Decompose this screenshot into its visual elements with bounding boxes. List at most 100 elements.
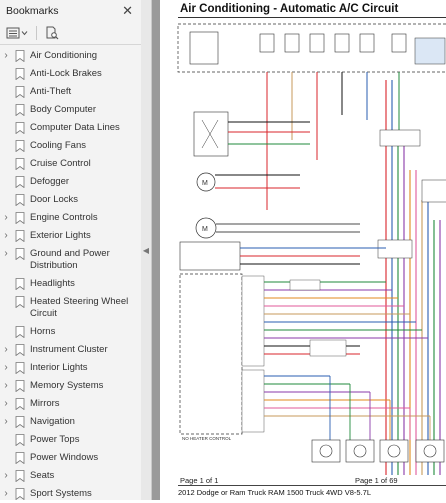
bookmarks-title: Bookmarks — [6, 5, 59, 17]
bookmark-label: Exterior Lights — [30, 230, 91, 241]
bookmark-icon — [15, 212, 25, 224]
chevron-right-icon[interactable]: › — [0, 488, 12, 500]
chevron-down-icon — [21, 31, 28, 36]
footer-divider — [178, 485, 446, 486]
hvac-signal-wires — [264, 281, 430, 417]
bookmark-icon — [15, 416, 25, 428]
chevron-right-icon[interactable]: › — [0, 398, 12, 410]
bookmark-icon — [15, 278, 25, 290]
bookmark-label: Headlights — [30, 278, 75, 289]
document-viewer[interactable]: Air Conditioning - Automatic A/C Circuit — [152, 0, 446, 500]
bookmark-item[interactable]: Power Windows — [0, 449, 141, 467]
bookmark-icon — [15, 488, 25, 500]
options-button[interactable] — [6, 27, 28, 39]
wiring-diagram: M M NO HEATER CONTROL — [177, 23, 446, 475]
bookmark-label: Power Tops — [30, 434, 80, 445]
bookmark-label: Navigation — [30, 416, 75, 427]
bookmark-icon — [15, 362, 25, 374]
svg-text:M: M — [202, 226, 208, 233]
bookmark-icon — [15, 434, 25, 446]
bookmark-label: Anti-Lock Brakes — [30, 68, 102, 79]
radiator-fan-relay — [193, 111, 229, 157]
bookmark-item[interactable]: Power Tops — [0, 431, 141, 449]
bookmark-item[interactable]: Computer Data Lines — [0, 119, 141, 137]
chevron-right-icon[interactable]: › — [0, 362, 12, 374]
bookmark-item[interactable]: Cooling Fans — [0, 137, 141, 155]
bookmark-label: Instrument Cluster — [30, 344, 108, 355]
find-bookmark-button[interactable] — [45, 26, 59, 40]
bookmark-item[interactable]: Door Locks — [0, 191, 141, 209]
top-right-connector — [414, 37, 446, 65]
bookmark-item[interactable]: Defogger — [0, 173, 141, 191]
bookmark-label: Anti-Theft — [30, 86, 72, 97]
bookmark-label: Body Computer — [30, 104, 97, 115]
chevron-right-icon[interactable]: › — [0, 212, 12, 224]
bookmark-icon — [15, 248, 25, 260]
close-icon[interactable]: ✕ — [122, 3, 133, 19]
panel-splitter[interactable]: ◀ — [141, 0, 152, 500]
bookmark-icon — [15, 122, 25, 134]
bookmark-item[interactable]: Heated Steering Wheel Circuit — [0, 293, 141, 323]
bookmark-icon — [15, 380, 25, 392]
bookmark-icon — [15, 452, 25, 464]
bookmark-item[interactable]: Anti-Lock Brakes — [0, 65, 141, 83]
bookmark-item[interactable]: Body Computer — [0, 101, 141, 119]
chevron-right-icon[interactable]: › — [0, 50, 12, 62]
chevron-right-icon[interactable]: › — [0, 248, 12, 260]
bookmark-icon — [15, 86, 25, 98]
list-options-icon — [6, 27, 20, 39]
blower-relay — [189, 31, 219, 65]
bookmark-icon — [15, 104, 25, 116]
chevron-right-icon[interactable]: › — [0, 230, 12, 242]
power-wires — [266, 72, 400, 210]
chevron-right-icon[interactable]: › — [0, 416, 12, 428]
bookmark-item[interactable]: Headlights — [0, 275, 141, 293]
fan-wires — [215, 121, 310, 189]
bookmark-label: Interior Lights — [30, 362, 88, 373]
bookmark-icon — [15, 158, 25, 170]
bookmark-label: Heated Steering Wheel Circuit — [30, 296, 129, 319]
bookmark-label: Engine Controls — [30, 212, 98, 223]
system-boxes — [377, 129, 446, 259]
bookmark-icon — [15, 470, 25, 482]
vehicle-label: 2012 Dodge or Ram Truck RAM 1500 Truck 4… — [178, 488, 372, 497]
label-boxes — [289, 279, 347, 357]
bookmark-item[interactable]: › Sport Systems — [0, 485, 141, 503]
bookmark-item[interactable]: › Interior Lights — [0, 359, 141, 377]
hvac-control-module — [179, 273, 243, 435]
bookmark-label: Air Conditioning — [30, 50, 98, 61]
bookmark-item[interactable]: Cruise Control — [0, 155, 141, 173]
blower-module-wires — [240, 247, 386, 265]
bookmarks-header: Bookmarks ✕ — [0, 0, 141, 22]
bookmark-item[interactable]: Horns — [0, 323, 141, 341]
bookmark-label: Cruise Control — [30, 158, 91, 169]
diagram-page-number: Page 1 of 1 — [180, 476, 219, 485]
bookmark-item[interactable]: › Engine Controls — [0, 209, 141, 227]
bookmark-item[interactable]: › Seats — [0, 467, 141, 485]
bookmark-icon — [15, 140, 25, 152]
bookmark-item[interactable]: › Instrument Cluster — [0, 341, 141, 359]
no-heater-control-label: NO HEATER CONTROL — [182, 436, 232, 441]
bookmark-icon — [15, 50, 25, 62]
bookmark-item[interactable]: › Ground and Power Distribution — [0, 245, 141, 275]
chevron-right-icon[interactable]: › — [0, 344, 12, 356]
bookmark-item[interactable]: › Air Conditioning — [0, 47, 141, 65]
bookmark-item[interactable]: › Mirrors — [0, 395, 141, 413]
bookmark-item[interactable]: › Exterior Lights — [0, 227, 141, 245]
svg-text:M: M — [202, 180, 208, 187]
bookmark-icon — [15, 398, 25, 410]
collapse-arrow-icon: ◀ — [142, 245, 150, 255]
chevron-right-icon[interactable]: › — [0, 380, 12, 392]
bookmark-icon — [15, 344, 25, 356]
bookmarks-panel: Bookmarks ✕ › Air Conditioning Anti-Lock B… — [0, 0, 142, 500]
bookmark-label: Horns — [30, 326, 56, 337]
bookmark-item[interactable]: › Memory Systems — [0, 377, 141, 395]
fuse-row — [259, 33, 407, 53]
document-page-number: Page 1 of 69 — [355, 476, 398, 485]
bookmark-icon — [15, 230, 25, 242]
bookmark-label: Defogger — [30, 176, 70, 187]
bookmark-item[interactable]: Anti-Theft — [0, 83, 141, 101]
blower-module — [179, 241, 241, 271]
chevron-right-icon[interactable]: › — [0, 470, 12, 482]
bookmark-item[interactable]: › Navigation — [0, 413, 141, 431]
